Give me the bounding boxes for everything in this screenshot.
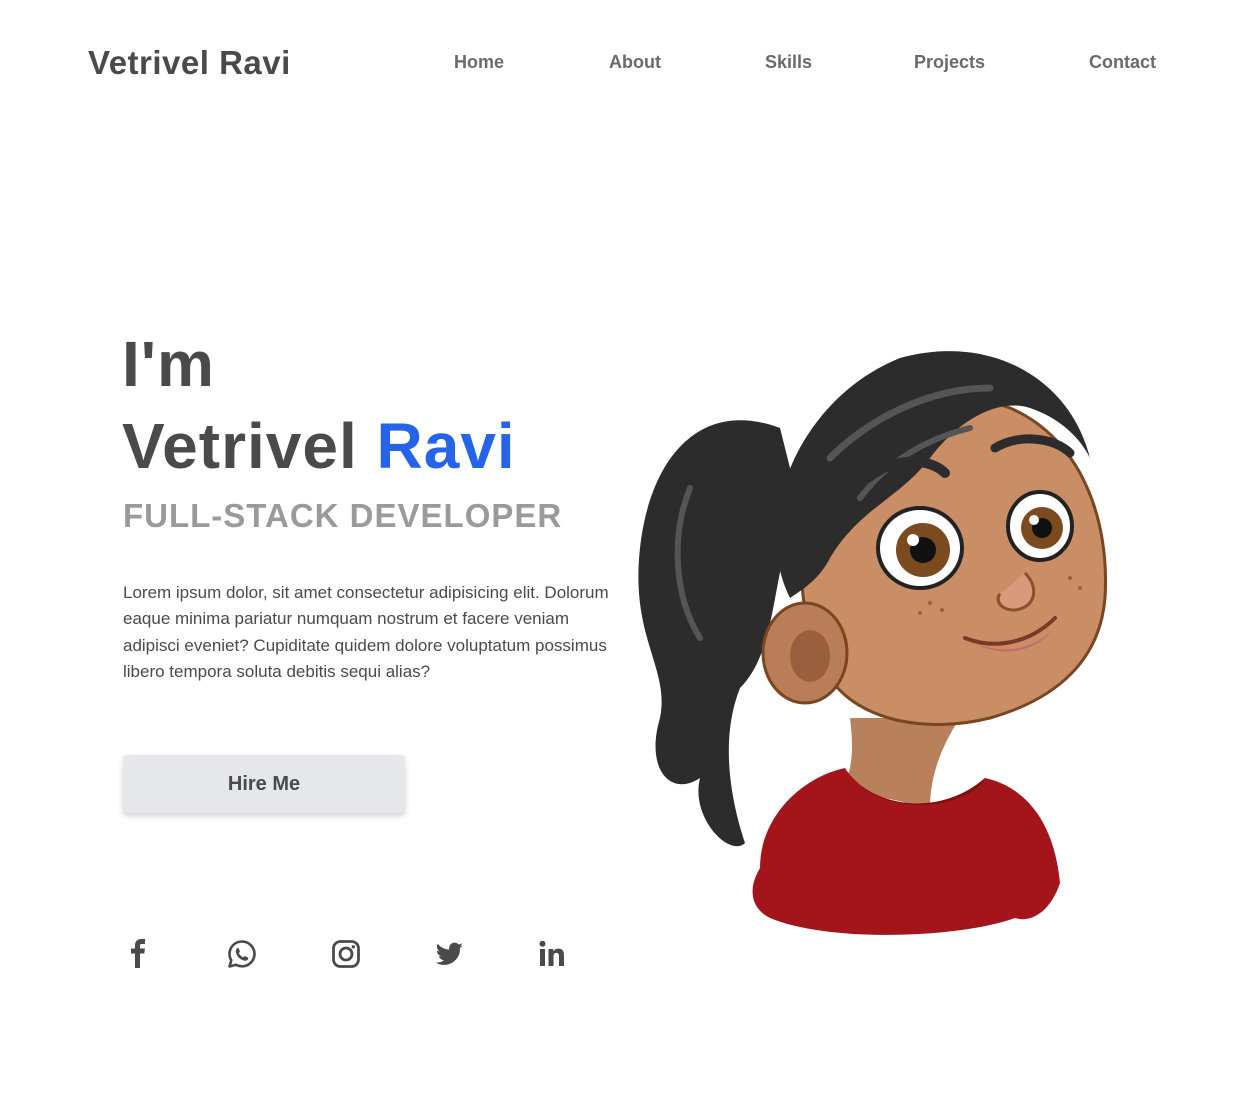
twitter-icon [435, 942, 463, 965]
instagram-link[interactable] [329, 937, 363, 971]
nav-projects[interactable]: Projects [914, 50, 985, 74]
hero-name: Vetrivel Ravi [122, 408, 516, 484]
facebook-link[interactable] [122, 937, 156, 971]
hero-greeting: I'm [122, 328, 215, 400]
linkedin-link[interactable] [535, 937, 569, 971]
whatsapp-link[interactable] [225, 937, 259, 971]
linkedin-icon [539, 940, 564, 966]
facebook-icon [131, 939, 145, 968]
hero-first-name: Vetrivel [122, 410, 358, 482]
instagram-icon [332, 940, 360, 968]
whatsapp-icon [228, 940, 256, 968]
hero-last-name: Ravi [376, 410, 516, 482]
nav-contact[interactable]: Contact [1089, 50, 1156, 74]
hero-bio: Lorem ipsum dolor, sit amet consectetur … [123, 583, 609, 681]
twitter-link[interactable] [432, 937, 466, 971]
hire-me-button[interactable]: Hire Me [123, 755, 405, 813]
nav-skills[interactable]: Skills [765, 50, 812, 74]
nav-home[interactable]: Home [454, 50, 504, 74]
hero-role: FULL-STACK DEVELOPER [123, 497, 563, 534]
nav-about[interactable]: About [609, 50, 661, 74]
avatar-illustration [638, 351, 1108, 935]
social-links [0, 937, 600, 971]
main-nav: Home About Skills Projects Contact [0, 50, 1236, 74]
